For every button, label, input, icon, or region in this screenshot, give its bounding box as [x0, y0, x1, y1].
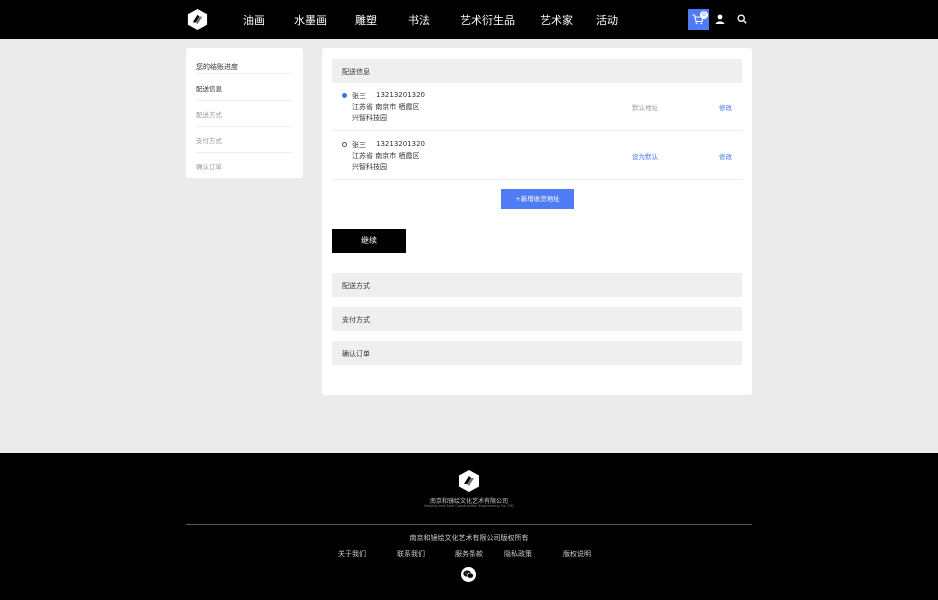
footer-link-about[interactable]: 关于我们: [338, 549, 366, 559]
confirm-order-section[interactable]: 确认订单: [332, 341, 742, 365]
cart-count-badge: 0: [700, 11, 708, 19]
progress-step-shipping-info[interactable]: 配送信息: [196, 83, 293, 93]
top-header: 油画 水墨画 雕塑 书法 艺术衍生品 艺术家 活动 0: [0, 0, 938, 39]
address-region: 江苏省 南京市 栖霞区: [352, 103, 420, 111]
footer-copyright: 南京和镜绘文化艺术有限公司版权所有: [409, 534, 529, 542]
wechat-button[interactable]: [461, 567, 476, 582]
user-icon[interactable]: [715, 14, 725, 24]
set-default-link[interactable]: 设为默认: [632, 151, 658, 161]
divider: [196, 152, 293, 153]
wechat-icon: [463, 570, 474, 579]
footer-link-contact[interactable]: 联系我们: [397, 549, 425, 559]
address-phone: 13213201320: [376, 140, 425, 148]
address-region: 江苏省 南京市 栖霞区: [352, 152, 420, 160]
address-name: 张三: [352, 92, 366, 100]
edit-address-link[interactable]: 修改: [719, 151, 732, 161]
add-address-button[interactable]: +新增收货地址: [501, 189, 574, 209]
footer-company-name-en: Nanjing and Sam Construction Engineering…: [424, 504, 514, 508]
footer-logo-icon: [459, 470, 479, 492]
page-footer: 南京和镜绘文化艺术有限公司 Nanjing and Sam Constructi…: [0, 453, 938, 600]
progress-step-payment[interactable]: 支付方式: [196, 135, 293, 145]
nav-events[interactable]: 活动: [596, 12, 618, 28]
address-item[interactable]: 张三 13213201320 江苏省 南京市 栖霞区 兴智科技园 默认地址 修改: [332, 91, 742, 139]
checkout-main-panel: 配送信息 张三 13213201320 江苏省 南京市 栖霞区 兴智科技园 默认…: [322, 48, 752, 395]
address-street: 兴智科技园: [352, 163, 387, 171]
divider: [196, 126, 293, 127]
address-phone: 13213201320: [376, 91, 425, 99]
shipping-method-title: 配送方式: [342, 282, 370, 290]
address-name: 张三: [352, 141, 366, 149]
default-address-label: 默认地址: [632, 104, 658, 112]
footer-link-terms[interactable]: 服务条款: [455, 549, 483, 559]
divider: [332, 179, 742, 180]
nav-oil-painting[interactable]: 油画: [243, 12, 265, 28]
footer-link-copyright[interactable]: 版权说明: [563, 549, 591, 559]
footer-link-privacy[interactable]: 隐私政策: [504, 549, 532, 559]
shipping-info-title: 配送信息: [342, 68, 370, 76]
payment-method-title: 支付方式: [342, 316, 370, 324]
brand-logo-icon[interactable]: [186, 8, 209, 31]
divider: [196, 100, 293, 101]
cart-button[interactable]: 0: [688, 9, 709, 30]
progress-step-confirm[interactable]: 确认订单: [196, 161, 293, 171]
nav-ink-painting[interactable]: 水墨画: [294, 12, 327, 28]
address-radio-unselected[interactable]: [342, 142, 347, 147]
address-street: 兴智科技园: [352, 114, 387, 122]
progress-step-shipping-method[interactable]: 配送方式: [196, 109, 293, 119]
nav-derivatives[interactable]: 艺术衍生品: [460, 12, 515, 28]
nav-sculpture[interactable]: 雕塑: [355, 12, 377, 28]
shipping-method-section[interactable]: 配送方式: [332, 273, 742, 297]
progress-title: 您的结账进度: [196, 63, 238, 71]
nav-calligraphy[interactable]: 书法: [408, 12, 430, 28]
checkout-progress-sidebar: 您的结账进度 配送信息 配送方式 支付方式 确认订单: [186, 48, 303, 178]
shipping-info-header: 配送信息: [332, 59, 742, 83]
address-radio-selected[interactable]: [342, 93, 347, 98]
divider: [332, 130, 742, 131]
divider: [196, 73, 293, 74]
nav-artists[interactable]: 艺术家: [540, 12, 573, 28]
footer-divider: [186, 524, 752, 525]
payment-method-section[interactable]: 支付方式: [332, 307, 742, 331]
search-icon[interactable]: [737, 14, 747, 24]
continue-button[interactable]: 继续: [332, 229, 406, 253]
address-item[interactable]: 张三 13213201320 江苏省 南京市 栖霞区 兴智科技园 设为默认 修改: [332, 140, 742, 188]
edit-address-link[interactable]: 修改: [719, 102, 732, 112]
confirm-order-title: 确认订单: [342, 350, 370, 358]
